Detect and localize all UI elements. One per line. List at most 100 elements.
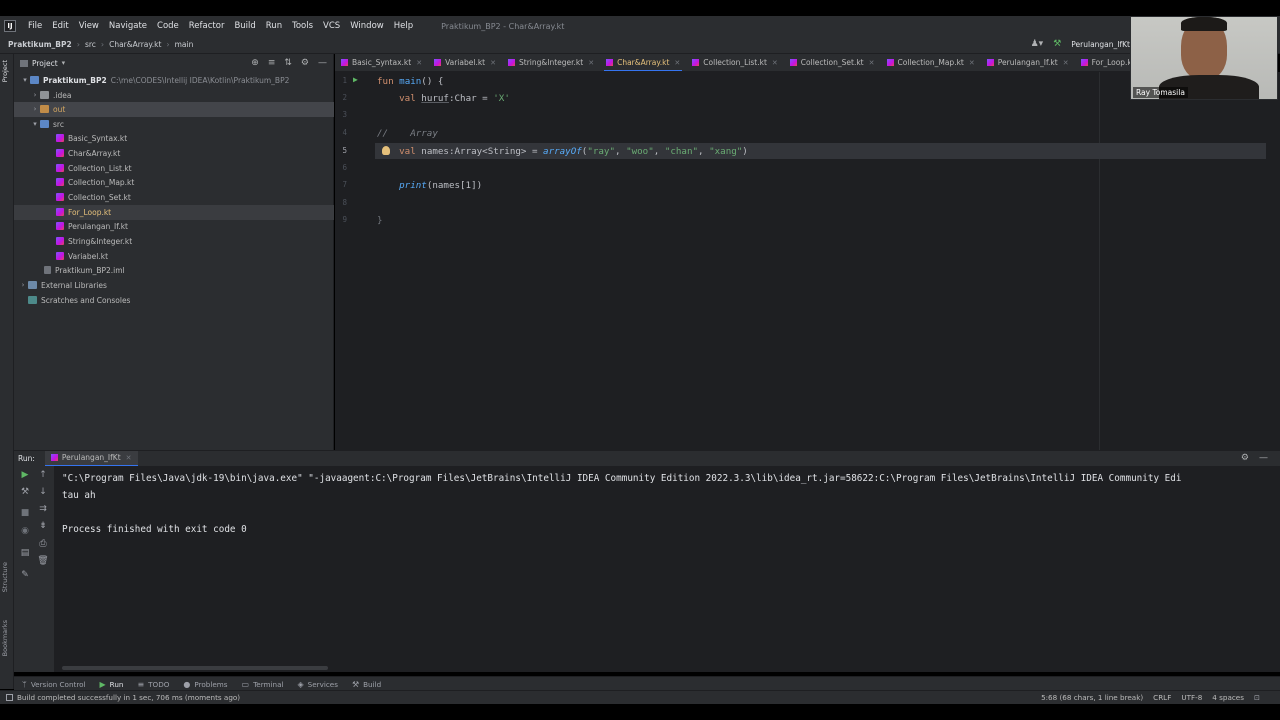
horizontal-scrollbar[interactable] [62,666,328,670]
run-configuration-select[interactable]: Perulangan_IfKt [1071,40,1130,49]
tree-item-file[interactable]: Basic_Syntax.kt [14,131,334,146]
tree-item-iml[interactable]: Praktikum_BP2.iml [14,263,334,278]
close-icon[interactable]: ✕ [1063,59,1069,67]
chevron-right-icon[interactable]: › [30,91,40,99]
file-encoding[interactable]: UTF-8 [1181,693,1202,702]
todo-button[interactable]: ≡ TODO [137,680,169,689]
gear-icon[interactable]: ⚙ [301,58,309,68]
code-line-2[interactable]: val huruf:Char = 'X' [377,90,510,107]
chevron-right-icon[interactable]: › [18,281,28,289]
camera-icon[interactable]: ◉ [18,526,32,536]
run-tab[interactable]: Perulangan_IfKt ✕ [44,450,138,467]
code-editor[interactable]: 1 ▶ 2 3 4 5 6 7 8 9 fun main() { val hur… [335,72,1280,450]
tab-collection-list[interactable]: Collection_List.kt ✕ [686,54,784,71]
menu-run[interactable]: Run [266,21,282,31]
tree-item-scratches[interactable]: Scratches and Consoles [14,293,334,308]
hide-panel-icon[interactable]: — [1259,453,1268,463]
menu-navigate[interactable]: Navigate [109,21,147,31]
menu-build[interactable]: Build [234,21,255,31]
tree-item-out[interactable]: › out [14,102,334,117]
breadcrumb-file[interactable]: Char&Array.kt [109,40,161,49]
menu-refactor[interactable]: Refactor [189,21,225,31]
tab-collection-set[interactable]: Collection_Set.kt ✕ [784,54,881,71]
code-line-9[interactable]: } [377,212,383,229]
tree-item-file[interactable]: Char&Array.kt [14,146,334,161]
soft-wrap-icon[interactable]: ⇉ [36,504,50,514]
project-view-select[interactable]: Project [32,59,58,68]
menu-tools[interactable]: Tools [292,21,313,31]
pin-icon[interactable]: ✎ [18,570,32,580]
close-icon[interactable]: ✕ [869,59,875,67]
close-icon[interactable]: ✕ [126,454,132,462]
code-line-7[interactable]: print (names[1]) [377,177,482,194]
build-hammer-icon[interactable]: ⚒ [1053,39,1061,49]
print-icon[interactable]: ⎙ [36,539,50,549]
tree-item-external-libraries[interactable]: › External Libraries [14,278,334,293]
project-tool-window-button[interactable]: Project [1,60,9,82]
tab-for-loop[interactable]: For_Loop.kt✕ [1075,54,1130,71]
chevron-down-icon[interactable]: ▾ [30,120,40,128]
layout-icon[interactable]: ▤ [18,548,32,558]
tree-item-idea[interactable]: › .idea [14,88,334,103]
tab-perulangan-if[interactable]: Perulangan_If.kt ✕ [981,54,1075,71]
down-arrow-icon[interactable]: ↓ [36,487,50,497]
menu-code[interactable]: Code [157,21,179,31]
tab-collection-map[interactable]: Collection_Map.kt ✕ [881,54,981,71]
status-message[interactable]: Build completed successfully in 1 sec, 7… [17,693,240,702]
tree-item-file[interactable]: Perulangan_If.kt [14,219,334,234]
close-icon[interactable]: ✕ [772,59,778,67]
run-button[interactable]: ▶ Run [100,680,124,689]
terminal-button[interactable]: ▭ Terminal [242,680,284,689]
collapse-all-icon[interactable]: ⇅ [284,58,292,68]
status-square-icon[interactable] [6,694,13,701]
tab-string-integer[interactable]: String&Integer.kt ✕ [502,54,600,71]
code-line-5[interactable]: val names:Array<String> = arrayOf("ray",… [377,143,748,160]
tree-item-file[interactable]: Collection_Set.kt [14,190,334,205]
user-icon[interactable]: ♟▾ [1031,39,1044,49]
close-icon[interactable]: ✕ [588,59,594,67]
tree-item-file[interactable]: String&Integer.kt [14,234,334,249]
build-button[interactable]: ⚒ Build [352,680,381,689]
code-line-1[interactable]: fun main() { [377,73,443,90]
gear-icon[interactable]: ⚙ [1241,453,1249,463]
tree-item-file[interactable]: Variabel.kt [14,249,334,264]
close-icon[interactable]: ✕ [969,59,975,67]
console-output[interactable]: "C:\Program Files\Java\jdk-19\bin\java.e… [62,470,1280,538]
indent-setting[interactable]: 4 spaces [1212,693,1244,702]
stop-icon[interactable]: ■ [18,508,32,518]
expand-all-icon[interactable]: ≡ [268,58,276,68]
breadcrumb-function[interactable]: main [175,40,194,49]
trash-icon[interactable]: 🗑 [36,556,50,566]
wrench-icon[interactable]: ⚒ [18,487,32,497]
chevron-right-icon[interactable]: › [30,105,40,113]
line-separator[interactable]: CRLF [1153,693,1171,702]
tab-variabel[interactable]: Variabel.kt ✕ [428,54,502,71]
menu-view[interactable]: View [79,21,99,31]
breadcrumb-project[interactable]: Praktikum_BP2 [8,40,72,49]
editor-gutter[interactable]: 1 ▶ 2 3 4 5 6 7 8 9 [335,72,375,450]
code-line-4[interactable]: // Array [377,125,438,142]
close-icon[interactable]: ✕ [416,59,422,67]
tree-item-src[interactable]: ▾ src [14,117,334,132]
bookmarks-tool-window-button[interactable]: Bookmarks [1,620,9,656]
chevron-down-icon[interactable]: ▾ [62,59,66,67]
version-control-button[interactable]: ᛘ Version Control [22,680,86,689]
close-icon[interactable]: ✕ [674,59,680,67]
tree-item-file[interactable]: Collection_Map.kt [14,175,334,190]
tree-item-project-root[interactable]: ▾ Praktikum_BP2 C:\me\CODES\Intellij IDE… [14,73,334,88]
structure-tool-window-button[interactable]: Structure [1,562,9,592]
rerun-icon[interactable]: ▶ [18,470,32,480]
tree-item-file-selected[interactable]: For_Loop.kt [14,205,334,220]
lock-icon[interactable]: ⊡ [1254,693,1260,702]
tab-basic-syntax[interactable]: Basic_Syntax.kt ✕ [335,54,428,71]
services-button[interactable]: ◈ Services [297,680,337,689]
menu-help[interactable]: Help [394,21,413,31]
chevron-down-icon[interactable]: ▾ [20,76,30,84]
close-icon[interactable]: ✕ [490,59,496,67]
hide-panel-icon[interactable]: — [318,58,327,68]
menu-file[interactable]: File [28,21,42,31]
breadcrumb-src[interactable]: src [85,40,96,49]
problems-button[interactable]: ● Problems [183,680,227,689]
up-arrow-icon[interactable]: ↑ [36,470,50,480]
locate-file-icon[interactable]: ⊕ [251,58,259,68]
